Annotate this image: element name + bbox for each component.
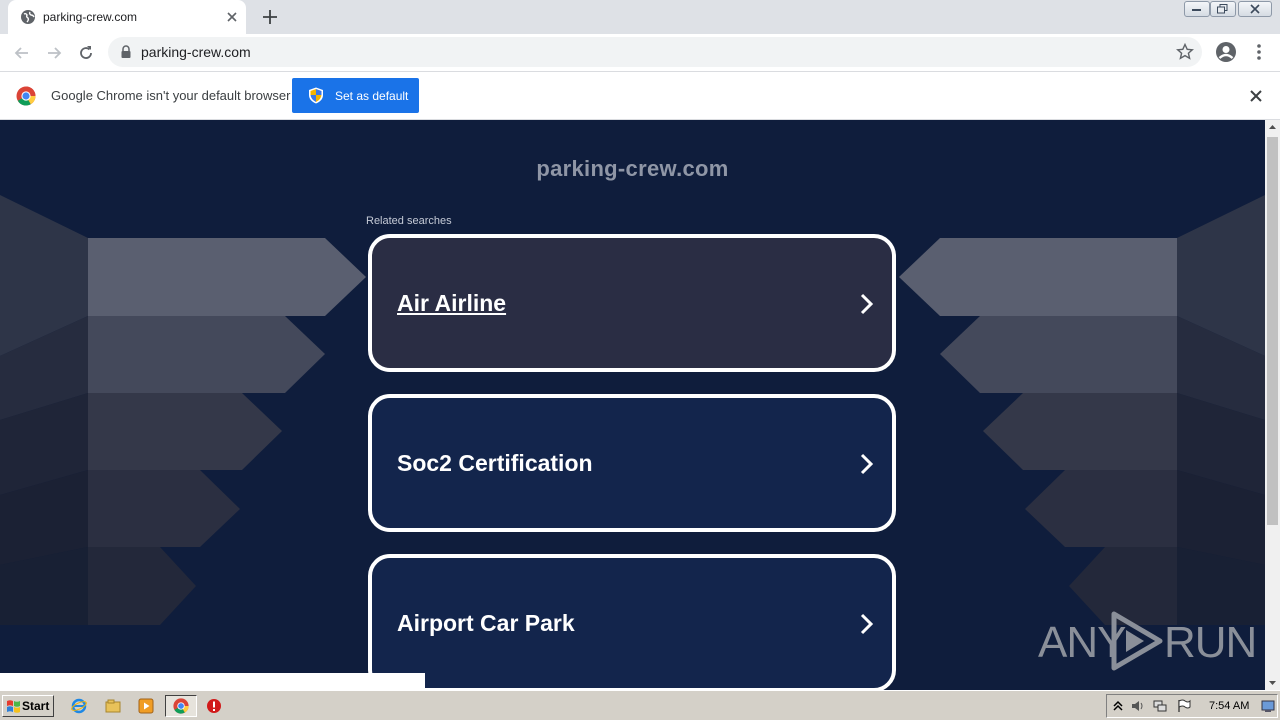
anyrun-watermark: ANY RUN	[1038, 610, 1257, 672]
domain-title: parking-crew.com	[536, 156, 729, 181]
antivirus-alert-icon[interactable]	[206, 698, 222, 714]
internet-explorer-icon[interactable]	[71, 698, 87, 714]
windows-logo-icon	[7, 700, 20, 713]
windows-taskbar: Start 7:54 AM	[0, 690, 1280, 720]
minimize-icon	[1192, 9, 1201, 11]
start-button[interactable]: Start	[2, 695, 54, 717]
chrome-taskbar-icon	[173, 698, 189, 714]
globe-icon	[21, 10, 35, 24]
reload-icon[interactable]	[76, 43, 96, 63]
back-arrow-icon[interactable]	[12, 43, 32, 63]
window-close-button[interactable]	[1238, 1, 1272, 17]
chrome-logo-icon	[16, 86, 36, 106]
volume-icon[interactable]	[1131, 699, 1145, 713]
chevron-right-icon	[860, 613, 874, 635]
scroll-thumb[interactable]	[1267, 137, 1278, 525]
bookmark-star-icon[interactable]	[1176, 43, 1194, 61]
related-search-label: Air Airline	[397, 290, 507, 316]
play-icon	[1111, 611, 1163, 671]
set-as-default-button[interactable]: Set as default	[292, 78, 419, 113]
related-search-link[interactable]: Airport Car Park	[368, 554, 896, 690]
taskbar-chrome-button[interactable]	[165, 695, 197, 717]
scroll-down-arrow-icon[interactable]	[1265, 675, 1280, 690]
kebab-menu-icon[interactable]	[1250, 42, 1268, 62]
new-tab-icon[interactable]	[260, 7, 280, 27]
chevron-right-icon	[860, 453, 874, 475]
system-tray: 7:54 AM	[1106, 694, 1278, 718]
profile-avatar-icon[interactable]	[1215, 41, 1237, 63]
infobar-close-icon[interactable]	[1248, 88, 1264, 104]
related-searches-label: Related searches	[366, 215, 452, 227]
tab-close-icon[interactable]	[224, 9, 240, 25]
window-minimize-button[interactable]	[1184, 1, 1210, 17]
infobar-message: Google Chrome isn't your default browser	[51, 88, 291, 103]
window-restore-button[interactable]	[1210, 1, 1236, 17]
status-bubble	[0, 673, 425, 690]
browser-tab[interactable]: parking-crew.com	[8, 0, 246, 34]
scroll-up-arrow-icon[interactable]	[1265, 120, 1280, 135]
network-icon[interactable]	[1153, 699, 1167, 713]
action-center-flag-icon[interactable]	[1177, 699, 1191, 713]
related-search-label: Soc2 Certification	[397, 450, 593, 476]
uac-shield-icon	[309, 87, 323, 104]
related-search-label: Airport Car Park	[397, 610, 575, 636]
restore-icon	[1217, 4, 1228, 14]
show-desktop-icon[interactable]	[1261, 699, 1275, 713]
related-search-link[interactable]: Air Airline	[368, 234, 896, 372]
address-bar[interactable]: parking-crew.com	[108, 37, 1202, 67]
media-player-icon[interactable]	[138, 698, 154, 714]
tray-expand-icon[interactable]	[1111, 699, 1125, 713]
default-browser-infobar: Google Chrome isn't your default browser…	[0, 72, 1280, 120]
chevron-right-icon	[860, 293, 874, 315]
forward-arrow-icon[interactable]	[44, 43, 64, 63]
browser-toolbar: parking-crew.com	[0, 34, 1280, 72]
close-icon	[1250, 4, 1260, 14]
watermark-right-text: RUN	[1164, 618, 1257, 667]
tab-title: parking-crew.com	[43, 10, 138, 24]
tab-strip: parking-crew.com	[0, 0, 1280, 34]
page-scrollbar[interactable]	[1265, 120, 1280, 690]
lock-icon[interactable]	[120, 45, 132, 59]
start-label: Start	[22, 699, 50, 713]
system-clock[interactable]: 7:54 AM	[1209, 700, 1249, 712]
file-explorer-icon[interactable]	[105, 698, 121, 714]
set-as-default-label: Set as default	[335, 89, 409, 103]
parked-domain-page: parking-crew.com Related searches Air Ai…	[0, 120, 1265, 690]
related-search-link[interactable]: Soc2 Certification	[368, 394, 896, 532]
url-text[interactable]: parking-crew.com	[141, 44, 251, 60]
